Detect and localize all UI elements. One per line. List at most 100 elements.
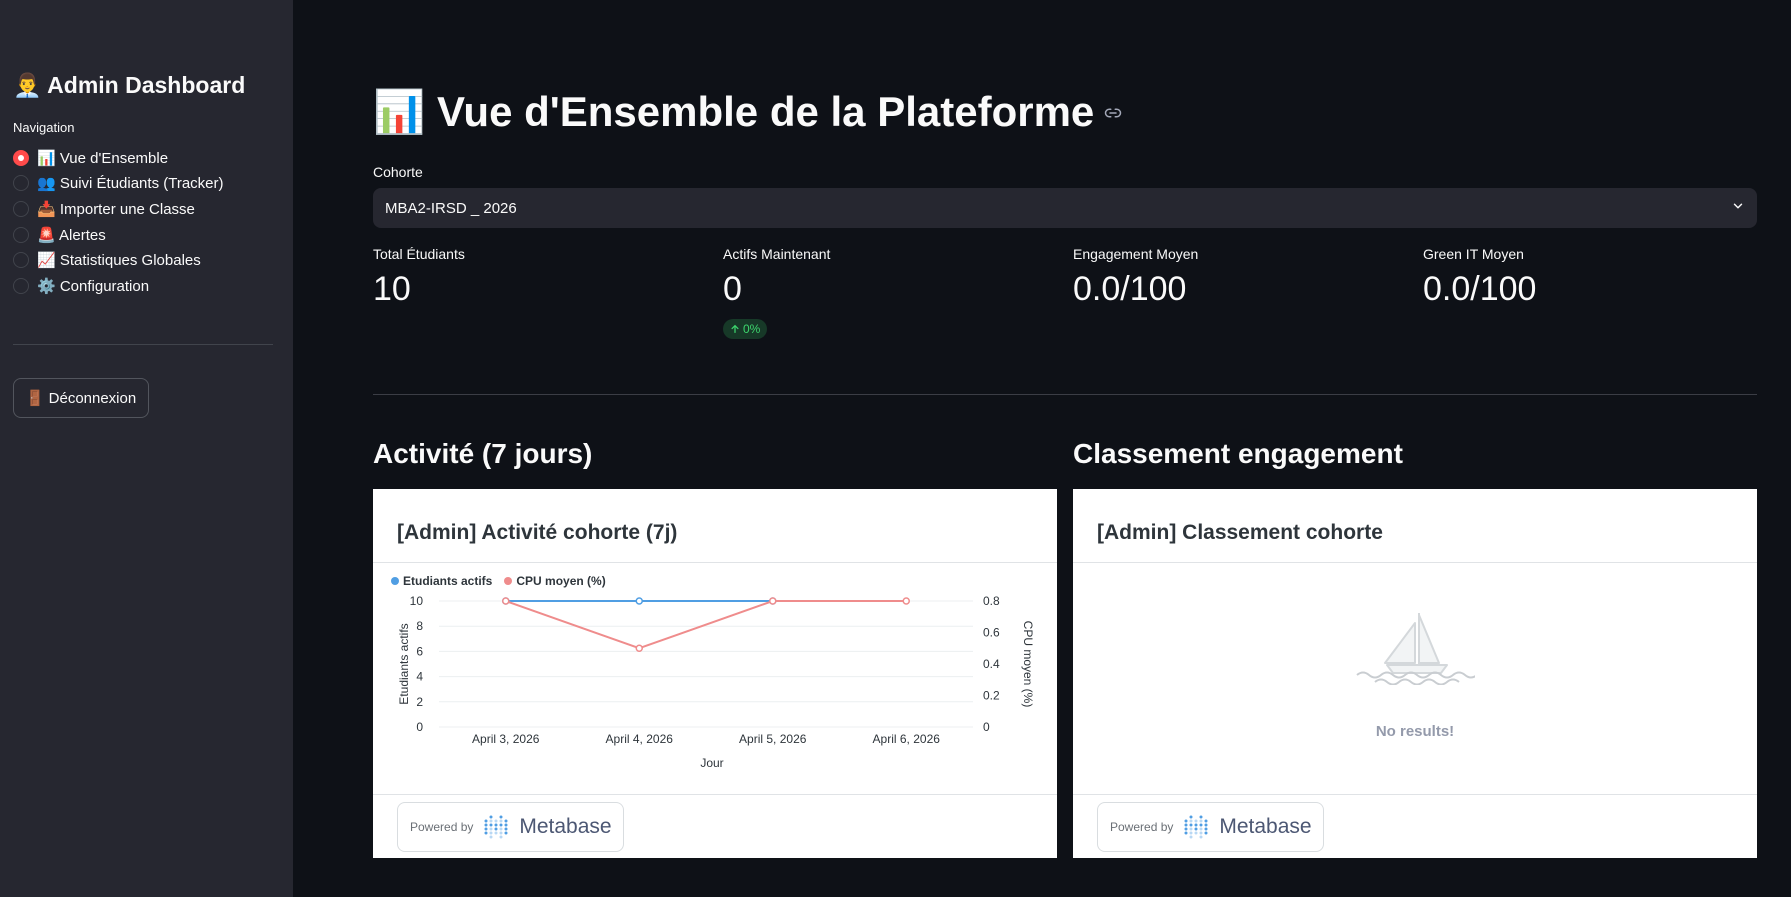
navigation-label: Navigation [13, 120, 75, 135]
card-divider [1073, 562, 1757, 563]
powered-by-metabase-badge[interactable]: Powered by Metabase [1097, 802, 1324, 852]
radio-icon[interactable] [13, 200, 29, 217]
chart-legend: Etudiants actifs CPU moyen (%) [391, 574, 606, 588]
legend-label: CPU moyen (%) [516, 574, 606, 588]
metric-delta-value: 0% [743, 322, 761, 336]
card-divider [373, 562, 1057, 563]
radio-icon[interactable] [13, 252, 29, 269]
nav-item-label: 📈 Statistiques Globales [37, 252, 201, 270]
x-axis-title: Jour [700, 756, 723, 770]
data-point [635, 597, 643, 605]
metric-total-etudiants: Total Étudiants 10 [373, 246, 713, 309]
ranking-section-title: Classement engagement [1073, 438, 1403, 469]
sidebar: 👨‍💼 Admin Dashboard Navigation 📊 Vue d'E… [0, 0, 293, 897]
y-left-tick-label: 6 [416, 644, 423, 658]
nav-item-statistiques[interactable]: 📈 Statistiques Globales [13, 247, 224, 273]
nav-item-importer-classe[interactable]: 📥 Importer une Classe [13, 196, 224, 222]
metric-engagement-moyen: Engagement Moyen 0.0/100 [1073, 246, 1413, 309]
metabase-brand: Metabase [519, 815, 612, 838]
y-left-tick-label: 4 [416, 670, 423, 684]
ranking-card: [Admin] Classement cohorte No results! P… [1073, 489, 1757, 858]
logout-button[interactable]: 🚪 Déconnexion [13, 378, 149, 418]
legend-item-cpu[interactable]: CPU moyen (%) [504, 574, 606, 588]
chevron-down-icon [1731, 199, 1745, 217]
metric-label: Actifs Maintenant [723, 246, 831, 262]
section-divider [373, 394, 1757, 395]
sidebar-divider [13, 344, 273, 345]
radio-icon[interactable] [13, 175, 29, 192]
powered-by-text: Powered by [410, 820, 474, 834]
metric-value: 0 [723, 270, 742, 308]
powered-by-text: Powered by [1110, 820, 1174, 834]
card-footer-divider [1073, 794, 1757, 795]
data-point [902, 597, 910, 605]
metric-value: 0.0/100 [1073, 270, 1187, 308]
metric-label: Total Étudiants [373, 246, 465, 262]
metabase-logo-icon [484, 815, 508, 839]
sidebar-title: 👨‍💼 Admin Dashboard [13, 72, 246, 98]
page-title: 📊 Vue d'Ensemble de la Plateforme [373, 88, 1122, 137]
y-right-axis-title: CPU moyen (%) [1021, 621, 1035, 708]
nav-item-label: 👥 Suivi Étudiants (Tracker) [37, 175, 224, 193]
nav-item-label: ⚙️ Configuration [37, 277, 150, 295]
nav-item-vue-ensemble[interactable]: 📊 Vue d'Ensemble [13, 145, 224, 171]
y-left-tick-label: 8 [416, 619, 423, 633]
nav-item-label: 📊 Vue d'Ensemble [37, 149, 169, 167]
nav-item-label: 🚨 Alertes [37, 226, 106, 244]
empty-state: No results! [1073, 609, 1757, 740]
activity-card-title[interactable]: [Admin] Activité cohorte (7j) [397, 521, 677, 545]
x-tick-label: April 3, 2026 [472, 732, 540, 746]
nav-item-label: 📥 Importer une Classe [37, 200, 195, 218]
y-left-tick-label: 0 [416, 720, 423, 734]
legend-item-etudiants[interactable]: Etudiants actifs [391, 574, 492, 588]
metabase-brand: Metabase [1219, 815, 1312, 838]
main-content: 📊 Vue d'Ensemble de la Plateforme Cohort… [373, 0, 1757, 897]
link-icon[interactable] [1104, 104, 1122, 122]
data-point [635, 644, 643, 652]
radio-icon[interactable] [13, 277, 29, 294]
metric-label: Green IT Moyen [1423, 246, 1524, 262]
cohort-select[interactable]: MBA2-IRSD _ 2026 [373, 188, 1757, 228]
ranking-card-title[interactable]: [Admin] Classement cohorte [1097, 521, 1383, 545]
y-right-tick-label: 0 [983, 720, 990, 734]
page-title-text: 📊 Vue d'Ensemble de la Plateforme [373, 88, 1095, 135]
metric-label: Engagement Moyen [1073, 246, 1199, 262]
y-right-tick-label: 0.8 [983, 594, 1000, 608]
legend-dot-icon [504, 577, 513, 585]
sailboat-icon [1356, 613, 1475, 685]
x-tick-label: April 4, 2026 [606, 732, 674, 746]
data-point [502, 597, 510, 605]
arrow-up-icon [731, 324, 739, 333]
data-point [769, 597, 777, 605]
activity-section-title: Activité (7 jours) [373, 438, 593, 469]
metric-actifs-maintenant: Actifs Maintenant 0 0% [723, 246, 1063, 339]
y-left-axis-title: Etudiants actifs [397, 623, 411, 704]
metric-green-it-moyen: Green IT Moyen 0.0/100 [1423, 246, 1763, 309]
radio-icon[interactable] [13, 226, 29, 243]
metric-delta-badge: 0% [723, 319, 768, 339]
y-left-tick-label: 2 [416, 695, 423, 709]
powered-by-metabase-badge[interactable]: Powered by Metabase [397, 802, 624, 852]
empty-state-text: No results! [1375, 723, 1455, 740]
legend-label: Etudiants actifs [403, 574, 493, 588]
nav-item-suivi-etudiants[interactable]: 👥 Suivi Étudiants (Tracker) [13, 171, 224, 197]
nav-item-alertes[interactable]: 🚨 Alertes [13, 222, 224, 248]
cohort-label: Cohorte [373, 164, 423, 180]
y-right-tick-label: 0.4 [983, 657, 1000, 671]
activity-line-chart: 0 2 4 6 8 10 0 0.2 0.4 0.6 0.8 April 3, 2026 April 4… [397, 594, 1035, 770]
card-footer-divider [373, 794, 1057, 795]
navigation-radio-group: 📊 Vue d'Ensemble 👥 Suivi Étudiants (Trac… [13, 145, 224, 299]
legend-dot-icon [391, 577, 399, 585]
metric-value: 10 [373, 270, 411, 308]
metabase-logo-icon [1184, 815, 1208, 839]
activity-card: [Admin] Activité cohorte (7j) Etudiants … [373, 489, 1057, 858]
radio-selected-icon[interactable] [13, 149, 29, 166]
y-left-tick-label: 10 [410, 594, 424, 608]
y-right-tick-label: 0.6 [983, 626, 1000, 640]
x-tick-label: April 6, 2026 [873, 732, 941, 746]
cohort-select-value: MBA2-IRSD _ 2026 [385, 199, 517, 217]
nav-item-configuration[interactable]: ⚙️ Configuration [13, 273, 224, 299]
metric-value: 0.0/100 [1423, 270, 1537, 308]
series-line-2 [505, 600, 907, 650]
y-right-tick-label: 0.2 [983, 689, 1000, 703]
